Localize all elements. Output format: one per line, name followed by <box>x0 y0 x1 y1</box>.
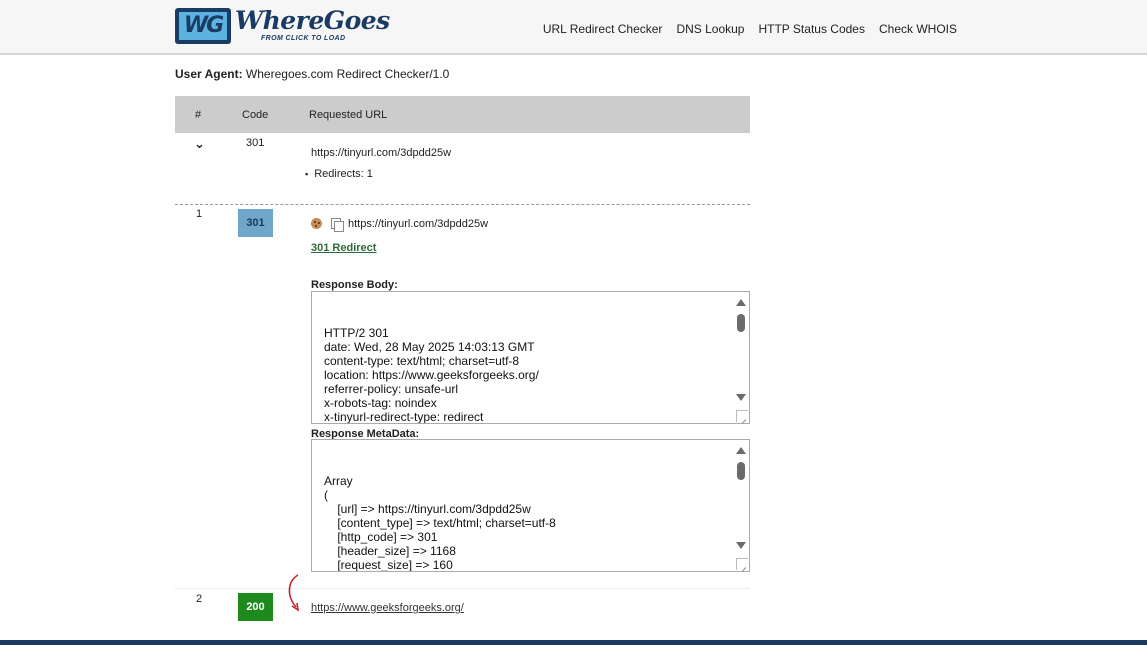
row-divider <box>175 588 750 589</box>
summary-url: https://tinyurl.com/3dpdd25w <box>311 147 452 159</box>
main-nav: URL Redirect Checker DNS Lookup HTTP Sta… <box>543 22 957 36</box>
scroll-down-icon[interactable] <box>736 394 746 401</box>
response-metadata-textarea[interactable]: Array ( [url] => https://tinyurl.com/3dp… <box>311 439 750 572</box>
user-agent-line: User Agent: Wheregoes.com Redirect Check… <box>175 67 449 81</box>
redirect-arrow-icon <box>288 574 300 612</box>
final-url-link[interactable]: https://www.geeksforgeeks.org/ <box>311 602 464 614</box>
scroll-thumb[interactable] <box>737 314 745 332</box>
row-number: 1 <box>196 208 203 220</box>
column-header-number: # <box>195 109 202 121</box>
table-header: # Code Requested URL <box>175 96 750 133</box>
column-header-code: Code <box>242 109 269 121</box>
status-badge-200: 200 <box>238 593 273 621</box>
nav-http-status-codes[interactable]: HTTP Status Codes <box>758 22 865 36</box>
resize-handle-icon[interactable] <box>736 410 748 422</box>
summary-redirect-count: Redirects: 1 <box>305 168 373 180</box>
chevron-down-icon[interactable]: ⌄ <box>194 136 205 152</box>
summary-status-code: 301 <box>246 137 265 149</box>
scroll-thumb[interactable] <box>737 462 745 480</box>
site-header: WG WhereGoes FROM CLICK TO LOAD URL Redi… <box>0 0 1147 55</box>
user-agent-label: User Agent: <box>175 67 243 81</box>
resize-handle-icon[interactable] <box>736 558 748 570</box>
scroll-down-icon[interactable] <box>736 542 746 549</box>
nav-check-whois[interactable]: Check WHOIS <box>879 22 957 36</box>
row-number: 2 <box>196 593 203 605</box>
cookie-icon[interactable] <box>311 218 322 229</box>
response-metadata-scrollbar[interactable] <box>733 440 749 571</box>
logo-mark-icon: WG <box>175 8 231 44</box>
logo-tagline: FROM CLICK TO LOAD <box>261 35 346 42</box>
status-badge-301: 301 <box>238 209 273 237</box>
column-header-url: Requested URL <box>309 109 388 121</box>
response-body-scrollbar[interactable] <box>733 292 749 423</box>
row-divider <box>175 204 750 205</box>
status-code-link[interactable]: 301 Redirect <box>311 242 376 254</box>
response-body-label: Response Body: <box>311 279 398 291</box>
response-body-textarea[interactable]: HTTP/2 301 date: Wed, 28 May 2025 14:03:… <box>311 291 750 424</box>
nav-dns-lookup[interactable]: DNS Lookup <box>676 22 744 36</box>
footer-bar <box>0 640 1147 645</box>
site-logo[interactable]: WG WhereGoes FROM CLICK TO LOAD <box>175 8 390 48</box>
scroll-up-icon[interactable] <box>736 447 746 454</box>
copy-icon[interactable] <box>331 218 344 232</box>
hop-url: https://tinyurl.com/3dpdd25w <box>348 218 489 230</box>
logo-name: WhereGoes <box>235 6 390 35</box>
nav-url-redirect-checker[interactable]: URL Redirect Checker <box>543 22 663 36</box>
response-body-text: HTTP/2 301 date: Wed, 28 May 2025 14:03:… <box>324 326 539 424</box>
scroll-up-icon[interactable] <box>736 299 746 306</box>
response-metadata-text: Array ( [url] => https://tinyurl.com/3dp… <box>324 474 556 572</box>
user-agent-value: Wheregoes.com Redirect Checker/1.0 <box>245 67 450 81</box>
